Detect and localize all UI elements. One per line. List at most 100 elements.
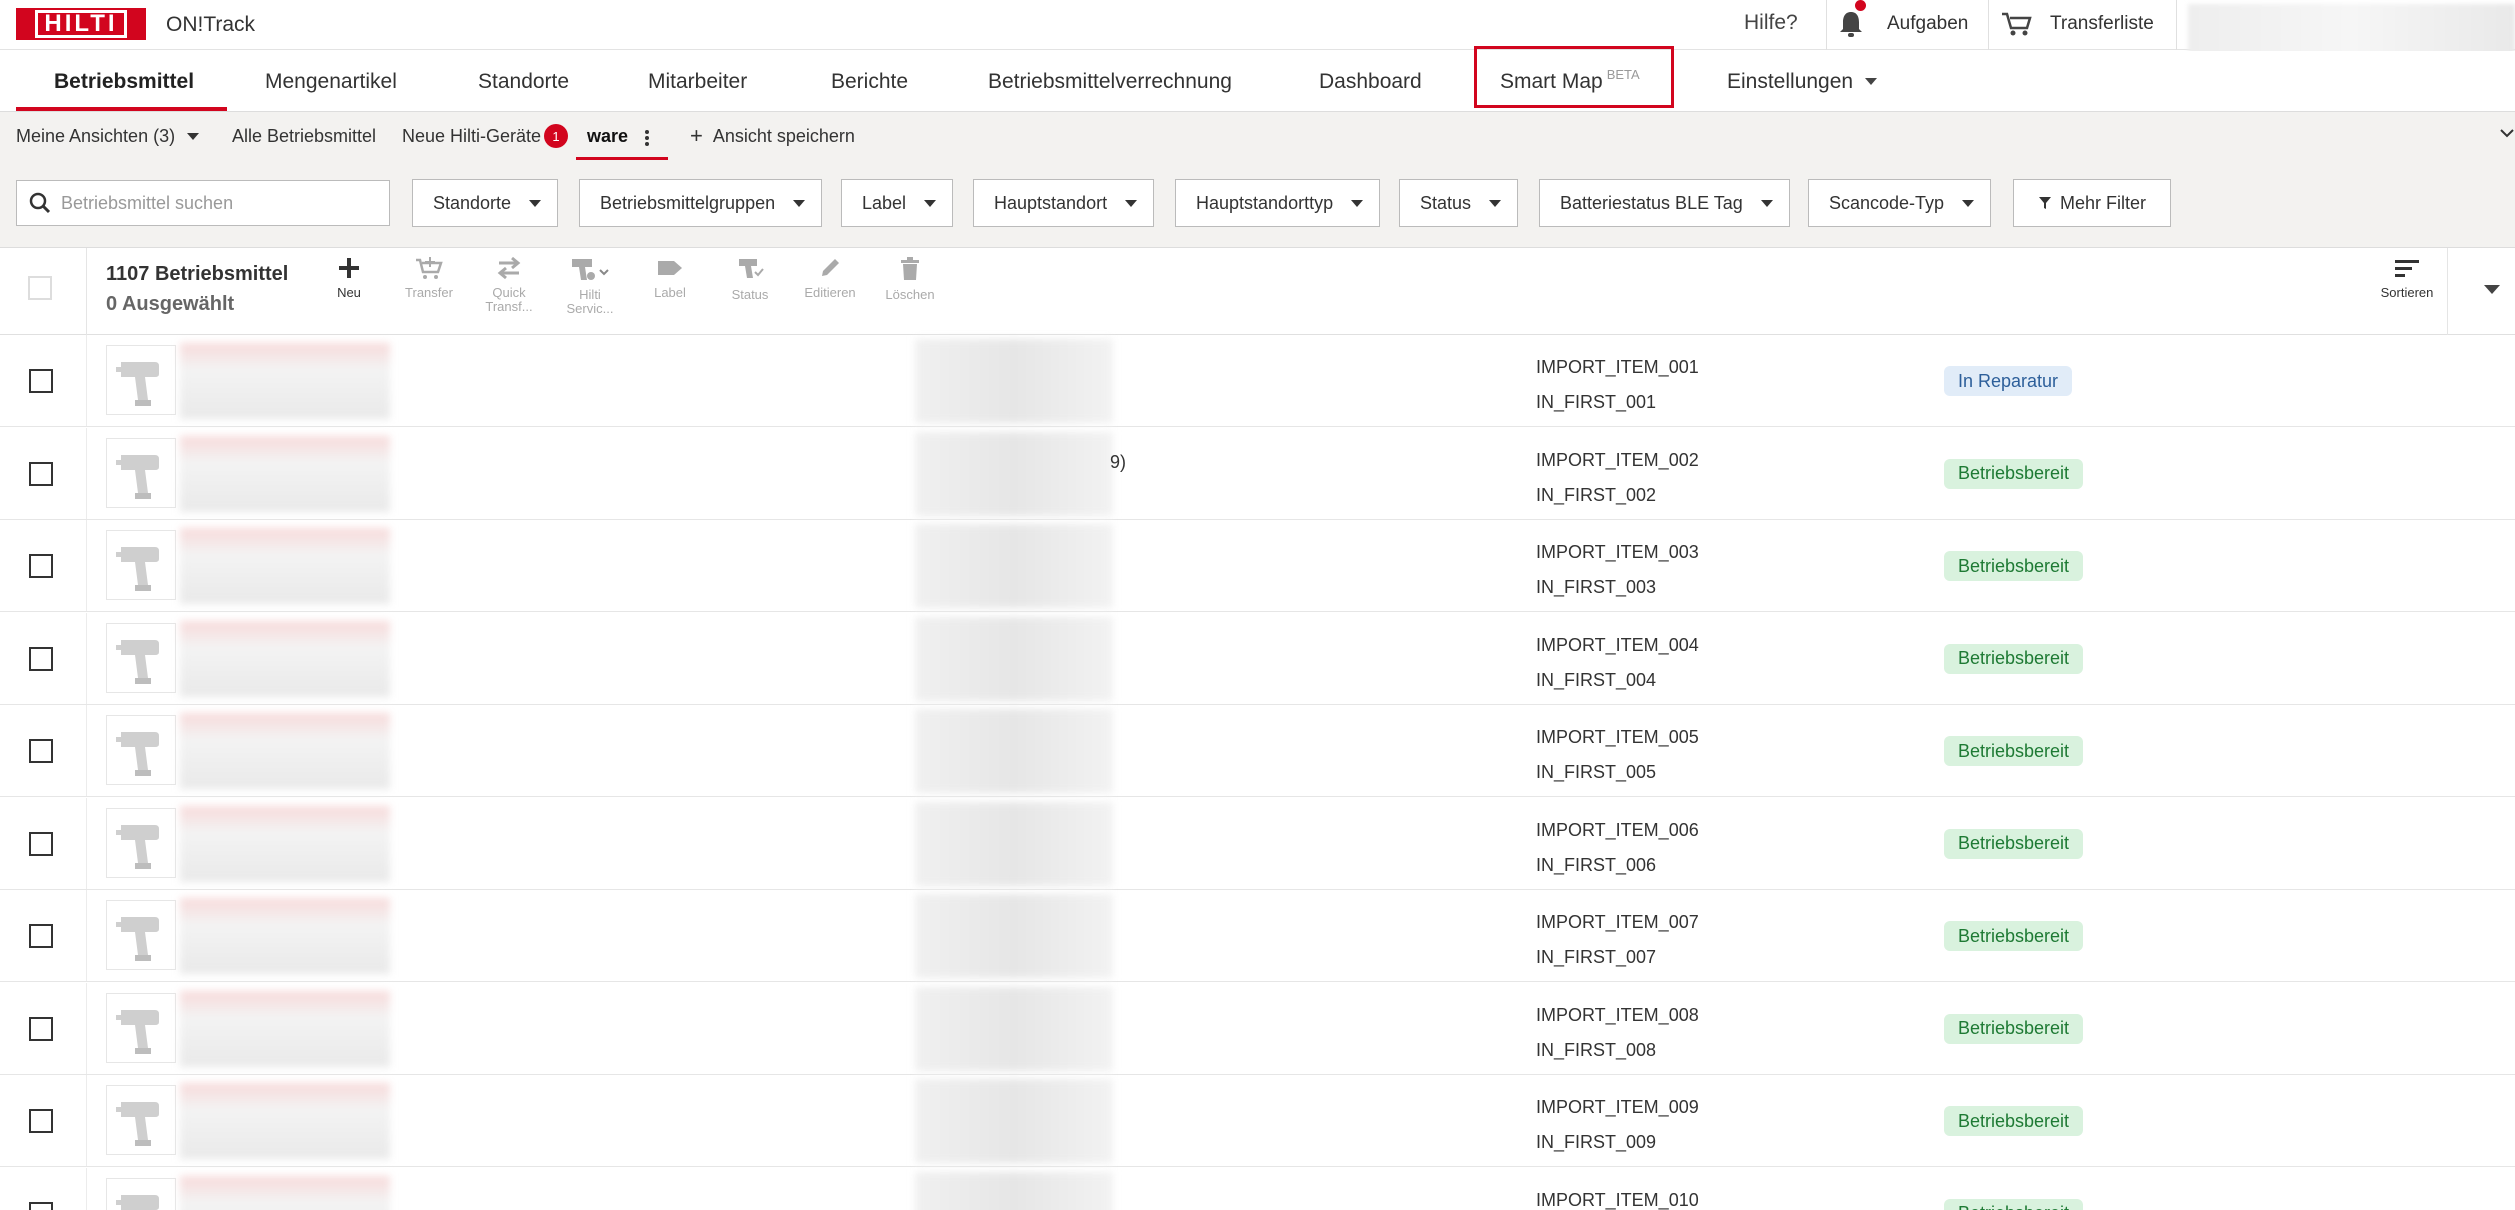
drill-icon xyxy=(116,732,159,776)
table-row[interactable]: IMPORT_ITEM_003 IN_FIRST_003 Betriebsberei… xyxy=(0,520,2515,612)
nav-betriebsmittel[interactable]: Betriebsmittel xyxy=(54,51,194,112)
nav-einstellungen[interactable]: Einstellungen xyxy=(1727,51,1878,112)
filter-label: Betriebsmittelgruppen xyxy=(600,192,776,213)
transfer-button[interactable]: Transfer xyxy=(394,256,464,326)
asset-thumbnail xyxy=(106,530,176,600)
row-checkbox[interactable] xyxy=(29,831,53,856)
asset-thumbnail xyxy=(106,992,176,1063)
row-checkbox[interactable] xyxy=(29,739,53,763)
row-checkbox[interactable] xyxy=(29,554,53,578)
my-views-dropdown[interactable]: Meine Ansichten (3) xyxy=(16,112,200,160)
save-view-button[interactable]: + Ansicht speichern xyxy=(690,112,855,160)
action-label: Neu xyxy=(337,285,361,300)
table-row[interactable]: IMPORT_ITEM_007 IN_FIRST_007 Betriebsberei… xyxy=(0,890,2515,982)
table-row[interactable]: IMPORT_ITEM_008 IN_FIRST_008 Betriebsberei… xyxy=(0,982,2515,1075)
row-checkbox[interactable] xyxy=(29,1201,53,1210)
chevron-down-icon xyxy=(793,199,806,207)
drill-icon xyxy=(116,1102,159,1146)
drill-icon xyxy=(116,824,159,869)
filter-label: Label xyxy=(862,192,907,213)
asset-thumbnail xyxy=(106,622,176,693)
chevron-down-icon xyxy=(1489,199,1502,207)
filter-hauptstandorttyp[interactable]: Hauptstandorttyp xyxy=(1175,179,1381,227)
table-row[interactable]: IMPORT_ITEM_004 IN_FIRST_004 Betriebsberei… xyxy=(0,612,2515,705)
edit-button[interactable]: Editieren xyxy=(795,256,865,326)
table-row[interactable]: IMPORT_ITEM_010 Betriebsbereit xyxy=(0,1167,2515,1210)
view-options-icon[interactable] xyxy=(644,129,650,147)
row-checkbox[interactable] xyxy=(29,461,53,486)
new-devices-count-badge: 1 xyxy=(544,124,568,148)
row-checkbox[interactable] xyxy=(29,924,53,948)
status-badge: Betriebsbereit xyxy=(1944,643,2084,674)
chevron-down-icon xyxy=(1125,199,1138,207)
divider xyxy=(86,248,87,335)
hilti-service-button[interactable]: Hilti Servic... xyxy=(555,256,625,326)
filter-status[interactable]: Status xyxy=(1399,179,1519,227)
chevron-down-icon xyxy=(1760,199,1773,207)
action-label: Status xyxy=(731,287,769,302)
row-checkbox[interactable] xyxy=(29,369,53,393)
label-button[interactable]: Label xyxy=(635,256,705,326)
view-ware[interactable]: ware xyxy=(587,112,628,160)
row-checkbox[interactable] xyxy=(29,646,53,671)
sort-button[interactable]: Sortieren xyxy=(2372,256,2442,326)
transfer-list-link[interactable]: Transferliste xyxy=(2050,13,2154,35)
filter-hauptstandort[interactable]: Hauptstandort xyxy=(973,179,1155,227)
tasks-link[interactable]: Aufgaben xyxy=(1887,13,1968,35)
status-button[interactable]: Status xyxy=(715,256,785,326)
quick-transfer-button[interactable]: Quick Transf... xyxy=(474,256,544,326)
table-row[interactable]: IMPORT_ITEM_006 IN_FIRST_006 Betriebsberei… xyxy=(0,797,2515,890)
filter-batteriestatus[interactable]: Batteriestatus BLE Tag xyxy=(1539,179,1790,227)
filter-label[interactable]: Label xyxy=(841,179,954,227)
view-all[interactable]: Alle Betriebsmittel xyxy=(232,112,376,160)
search-box xyxy=(16,180,390,226)
bell-icon[interactable] xyxy=(1836,8,1866,40)
asset-inventory-number: IN_FIRST_009 xyxy=(1536,1132,1657,1152)
table-row[interactable]: 9) IMPORT_ITEM_002 IN_FIRST_002 Betriebsber… xyxy=(0,427,2515,520)
topbar-divider xyxy=(1988,0,1989,50)
row-checkbox[interactable] xyxy=(29,1109,53,1133)
cart-icon[interactable] xyxy=(2000,10,2034,38)
new-button[interactable]: Neu xyxy=(314,256,384,326)
drill-icon xyxy=(116,1194,159,1210)
nav-standorte[interactable]: Standorte xyxy=(478,51,569,112)
table-row[interactable]: IMPORT_ITEM_009 IN_FIRST_009 Betriebsberei… xyxy=(0,1075,2515,1167)
nav-betriebsmittelverrechnung[interactable]: Betriebsmittelverrechnung xyxy=(988,51,1232,112)
active-tab-indicator xyxy=(16,107,227,111)
filter-icon xyxy=(2039,197,2051,209)
asset-code: IMPORT_ITEM_003 xyxy=(1536,542,1699,562)
delete-button[interactable]: Löschen xyxy=(875,256,945,326)
filter-standorte[interactable]: Standorte xyxy=(412,179,559,227)
help-link[interactable]: Hilfe? xyxy=(1744,11,1798,35)
filter-betriebsmittelgruppen[interactable]: Betriebsmittelgruppen xyxy=(579,179,823,227)
view-new-devices[interactable]: Neue Hilti-Geräte xyxy=(402,112,541,160)
drill-icon xyxy=(116,454,159,499)
drill-icon xyxy=(116,1009,159,1054)
nav-dashboard[interactable]: Dashboard xyxy=(1319,51,1422,112)
nav-mitarbeiter[interactable]: Mitarbeiter xyxy=(648,51,747,112)
row-checkbox[interactable] xyxy=(29,1016,53,1041)
nav-berichte[interactable]: Berichte xyxy=(831,51,908,112)
asset-detail-redacted xyxy=(915,801,1113,886)
asset-code: IMPORT_ITEM_005 xyxy=(1536,727,1699,747)
search-icon xyxy=(29,192,51,214)
table-row[interactable]: IMPORT_ITEM_001 IN_FIRST_001 In Reparatur xyxy=(0,335,2515,427)
asset-inventory-number: IN_FIRST_001 xyxy=(1536,392,1657,412)
asset-detail-suffix: 9) xyxy=(1110,451,1127,472)
user-account-menu[interactable] xyxy=(2188,4,2515,56)
asset-detail-redacted xyxy=(915,1171,1113,1210)
hilti-logo[interactable]: HILTI xyxy=(16,8,146,40)
asset-name-redacted xyxy=(180,528,390,604)
more-filters-button[interactable]: Mehr Filter xyxy=(2013,179,2172,227)
search-input[interactable] xyxy=(61,192,361,214)
filter-scancode-typ[interactable]: Scancode-Typ xyxy=(1808,179,1992,227)
chevron-down-icon[interactable] xyxy=(2484,285,2500,294)
asset-inventory-number: IN_FIRST_004 xyxy=(1536,669,1657,690)
arrows-icon xyxy=(497,256,521,280)
asset-thumbnail xyxy=(106,807,176,878)
status-badge: Betriebsbereit xyxy=(1944,1013,2084,1044)
chevron-down-icon[interactable] xyxy=(2500,128,2514,138)
table-row[interactable]: IMPORT_ITEM_005 IN_FIRST_005 Betriebsberei… xyxy=(0,705,2515,797)
nav-mengenartikel[interactable]: Mengenartikel xyxy=(265,51,397,112)
select-all-checkbox[interactable] xyxy=(28,276,52,300)
